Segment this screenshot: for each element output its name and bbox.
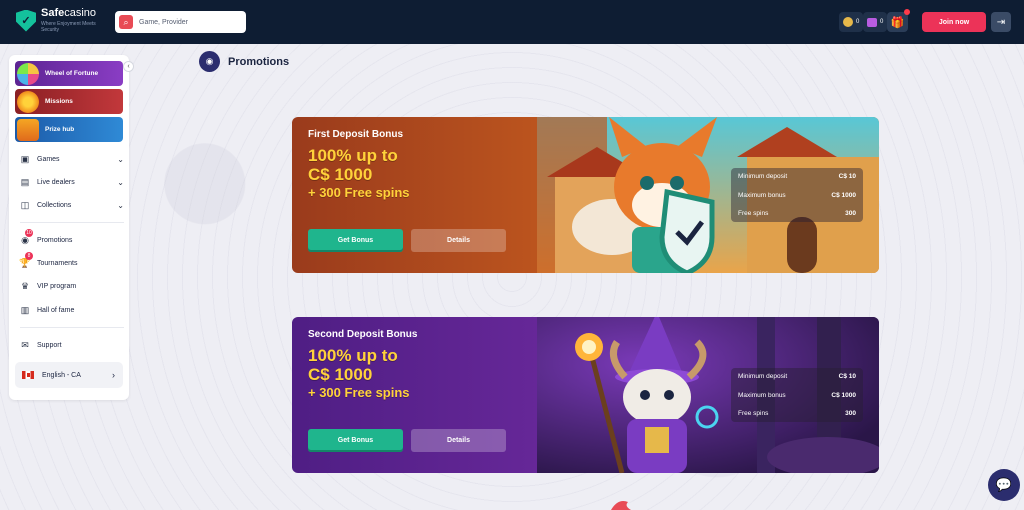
chevron-down-icon: ⌄ (117, 200, 124, 210)
collections-icon: ◫ (20, 199, 30, 210)
promotions-badge: 10 (25, 229, 33, 237)
gems-balance[interactable]: 0 (863, 12, 888, 32)
term-row: Free spins 300 (738, 210, 856, 217)
missions-icon (17, 90, 39, 113)
tournaments-icon: 🏆 8 (19, 252, 33, 268)
support-icon: ✉ (21, 339, 29, 350)
sidebar-item-label: Games (37, 155, 60, 163)
coins-value: 0 (856, 19, 860, 25)
offer-amount: C$ 1000 (308, 364, 373, 384)
sidebar-item-games[interactable]: ▣ Games ⌄ (20, 151, 124, 167)
sidebar-tile-wheel-of-fortune[interactable]: Wheel of Fortune (15, 61, 123, 86)
gems-value: 0 (880, 19, 884, 25)
next-banner-peek (611, 501, 631, 510)
offer-line: 100% up to (308, 346, 398, 365)
sidebar-tile-label: Wheel of Fortune (45, 70, 99, 77)
tournaments-badge: 8 (25, 252, 33, 260)
sidebar: Wheel of Fortune Missions Prize hub ▣ Ga… (9, 55, 129, 400)
language-selector[interactable]: English - CA › (15, 362, 123, 388)
offer-amount: C$ 1000 (308, 164, 373, 184)
term-row: Maximum bonus C$ 1000 (738, 391, 856, 399)
term-row: Free spins 300 (738, 410, 856, 417)
sidebar-tile-missions[interactable]: Missions (15, 89, 123, 114)
gift-icon: 🎁 (890, 16, 905, 29)
sidebar-tile-prize-hub[interactable]: Prize hub (15, 117, 123, 142)
divider (20, 327, 124, 328)
language-label: English - CA (42, 371, 81, 379)
promo-banner-second-deposit: Second Deposit Bonus 100% up to C$ 1000 … (292, 317, 879, 473)
logo-tagline: Where Enjoyment Meets Security (41, 21, 96, 33)
get-bonus-button[interactable]: Get Bonus (308, 429, 403, 452)
chat-icon: 💬 (995, 477, 1013, 492)
sidebar-item-label: Support (37, 341, 62, 349)
sidebar-item-promotions[interactable]: ◉ 10 Promotions (20, 229, 124, 248)
search-placeholder: Game, Provider (139, 18, 189, 26)
offer-free-spins: + 300 Free spins (308, 385, 410, 401)
banner-title: First Deposit Bonus (308, 129, 404, 140)
banner-title: Second Deposit Bonus (308, 329, 418, 340)
promotions-title-icon: ◉ (199, 51, 220, 72)
banner-offer: 100% up to C$ 1000 + 300 Free spins (308, 346, 508, 401)
chevron-right-icon: › (112, 370, 115, 380)
shield-logo-icon: ✓ (16, 9, 36, 32)
chevron-down-icon: ⌄ (117, 177, 124, 187)
sidebar-tile-label: Missions (45, 98, 73, 105)
term-row: Minimum deposit C$ 10 (738, 373, 856, 380)
logo-name: Safecasino (41, 7, 97, 19)
sidebar-item-label: Live dealers (37, 178, 75, 186)
games-icon: ▣ (20, 153, 30, 164)
login-button[interactable]: ⇥ (991, 12, 1011, 32)
crown-icon: ♛ (20, 280, 30, 291)
sidebar-item-live-dealers[interactable]: ▤ Live dealers ⌄ (20, 174, 124, 190)
coin-icon (843, 17, 853, 27)
sidebar-item-label: Tournaments (37, 259, 78, 267)
details-button[interactable]: Details (411, 429, 506, 452)
offer-free-spins: + 300 Free spins (308, 185, 410, 201)
top-header: ✓ Safecasino Where Enjoyment Meets Secur… (0, 0, 1024, 44)
notification-dot (904, 9, 910, 15)
promotions-icon: ◉ 10 (21, 229, 33, 245)
canada-flag-icon (22, 371, 34, 379)
wheel-icon (17, 62, 39, 85)
sidebar-tile-label: Prize hub (45, 126, 75, 133)
sidebar-item-hall-of-fame[interactable]: ▥ Hall of fame (20, 302, 124, 318)
get-bonus-button[interactable]: Get Bonus (308, 229, 403, 252)
gem-icon (867, 17, 877, 27)
page-title-text: Promotions (228, 55, 290, 68)
login-icon: ⇥ (996, 16, 1006, 28)
bonus-terms: Minimum deposit C$ 10 Maximum bonus C$ 100… (731, 168, 863, 222)
hall-of-fame-icon: ▥ (20, 304, 30, 315)
sidebar-item-vip-program[interactable]: ♛ VIP program (20, 278, 124, 294)
chat-button[interactable]: 💬 (988, 469, 1020, 501)
sidebar-item-support[interactable]: ✉ Support (20, 337, 124, 353)
sidebar-item-label: Hall of fame (37, 306, 75, 314)
divider (20, 222, 124, 223)
search-icon: ⌕ (119, 15, 133, 29)
sidebar-item-label: Promotions (37, 236, 73, 244)
banner-offer: 100% up to C$ 1000 + 300 Free spins (308, 146, 508, 201)
sidebar-item-label: Collections (37, 201, 72, 209)
prize-icon (17, 118, 39, 141)
join-now-button[interactable]: Join now (922, 12, 986, 32)
sidebar-item-tournaments[interactable]: 🏆 8 Tournaments (19, 252, 124, 271)
gift-button[interactable]: 🎁 (887, 9, 910, 32)
details-button[interactable]: Details (411, 229, 506, 252)
live-dealers-icon: ▤ (20, 176, 30, 187)
term-row: Minimum deposit C$ 10 (738, 173, 856, 180)
term-row: Maximum bonus C$ 1000 (738, 191, 856, 199)
chevron-down-icon: ⌄ (117, 154, 124, 164)
offer-line: 100% up to (308, 146, 398, 165)
coins-balance[interactable]: 0 (839, 12, 864, 32)
bonus-terms: Minimum deposit C$ 10 Maximum bonus C$ 100… (731, 368, 863, 422)
page-title: ◉ Promotions (199, 51, 289, 72)
search-input[interactable]: ⌕ Game, Provider (115, 11, 246, 33)
promo-banner-first-deposit: First Deposit Bonus 100% up to C$ 1000 +… (292, 117, 879, 273)
sidebar-collapse-button[interactable]: ‹ (123, 61, 134, 72)
logo[interactable]: ✓ Safecasino Where Enjoyment Meets Secur… (16, 8, 97, 33)
chevron-left-icon: ‹ (127, 63, 130, 70)
sidebar-item-collections[interactable]: ◫ Collections ⌄ (20, 197, 124, 213)
sidebar-item-label: VIP program (37, 282, 77, 290)
